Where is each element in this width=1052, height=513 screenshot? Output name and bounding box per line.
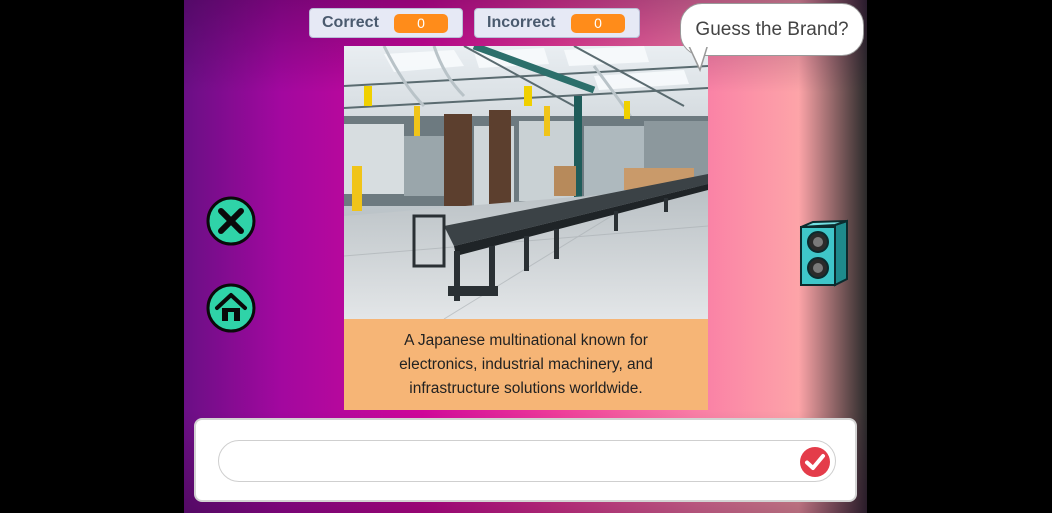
correct-label: Correct	[322, 14, 379, 31]
correct-score-panel: Correct 0	[309, 8, 463, 38]
game-stage: Correct 0 Incorrect 0 Guess the Brand? A…	[184, 0, 867, 513]
submit-button[interactable]	[799, 446, 831, 483]
incorrect-count: 0	[571, 14, 625, 33]
home-button[interactable]	[206, 283, 256, 338]
speech-bubble-tail	[687, 44, 711, 73]
prompt-text: Guess the Brand?	[695, 18, 849, 40]
answer-panel	[194, 418, 857, 502]
clue-text: A Japanese multinational known for elect…	[399, 331, 653, 397]
clue-caption: A Japanese multinational known for elect…	[344, 319, 708, 410]
close-icon	[206, 196, 256, 246]
speaker-button[interactable]	[797, 219, 849, 292]
clue-photo	[344, 46, 708, 319]
checkmark-icon	[800, 447, 830, 477]
speaker-icon	[800, 219, 848, 287]
incorrect-score-panel: Incorrect 0	[474, 8, 640, 38]
answer-input[interactable]	[218, 440, 836, 482]
correct-count: 0	[394, 14, 448, 33]
home-icon	[206, 283, 256, 333]
incorrect-label: Incorrect	[487, 14, 556, 31]
close-button[interactable]	[206, 196, 256, 251]
